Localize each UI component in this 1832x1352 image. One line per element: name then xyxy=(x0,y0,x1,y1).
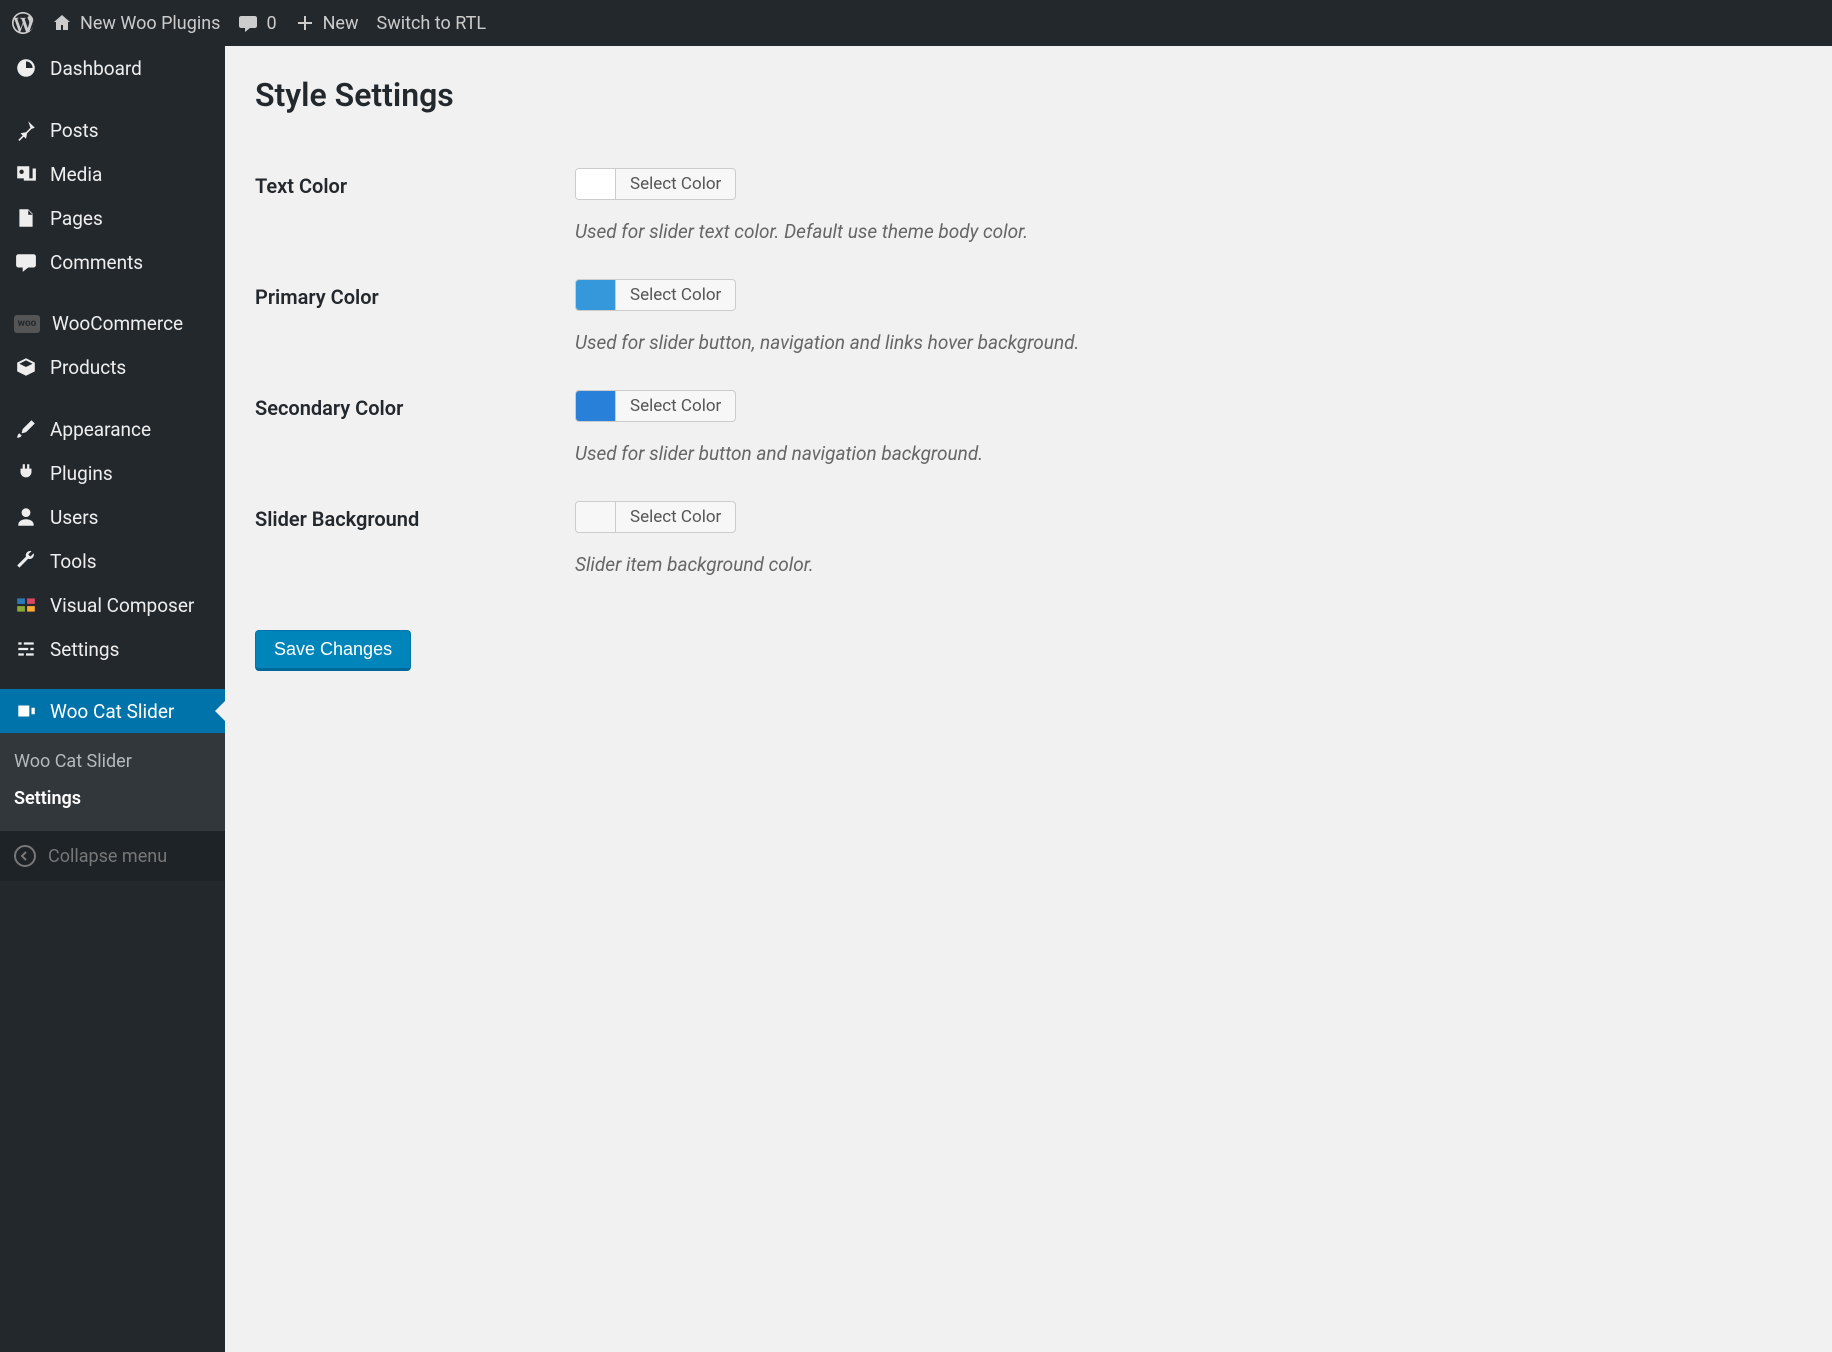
sidebar-item-products[interactable]: Products xyxy=(0,345,225,389)
settings-table: Text Color Select Color Used for slider … xyxy=(255,150,1802,594)
settings-row: Text Color Select Color Used for slider … xyxy=(255,150,1802,261)
submenu-item-settings[interactable]: Settings xyxy=(0,780,225,817)
comments-count: 0 xyxy=(266,13,276,34)
sidebar-item-settings[interactable]: Settings xyxy=(0,627,225,671)
color-swatch xyxy=(576,169,616,199)
sidebar-item-label: Media xyxy=(50,163,102,186)
vc-icon xyxy=(14,593,38,617)
page-title: Style Settings xyxy=(255,76,1802,114)
save-button[interactable]: Save Changes xyxy=(255,630,411,671)
setting-description: Used for slider button, navigation and l… xyxy=(575,331,1792,354)
sidebar-item-tools[interactable]: Tools xyxy=(0,539,225,583)
color-picker[interactable]: Select Color xyxy=(575,501,736,533)
sidebar-item-label: WooCommerce xyxy=(52,312,183,335)
color-swatch xyxy=(576,280,616,310)
select-color-button[interactable]: Select Color xyxy=(616,170,735,198)
page-icon xyxy=(14,206,38,230)
rtl-toggle[interactable]: Switch to RTL xyxy=(377,13,487,34)
setting-label: Primary Color xyxy=(255,261,565,372)
select-color-button[interactable]: Select Color xyxy=(616,392,735,420)
sidebar-item-label: Users xyxy=(50,506,98,529)
sidebar-item-label: Pages xyxy=(50,207,103,230)
setting-label: Secondary Color xyxy=(255,372,565,483)
pin-icon xyxy=(14,118,38,142)
rtl-label: Switch to RTL xyxy=(377,13,487,34)
sidebar-item-label: Tools xyxy=(50,550,97,573)
sidebar-item-woo-cat-slider[interactable]: Woo Cat Slider xyxy=(0,689,225,733)
settings-row: Slider Background Select Color Slider it… xyxy=(255,483,1802,594)
color-picker[interactable]: Select Color xyxy=(575,279,736,311)
sidebar-item-label: Posts xyxy=(50,119,99,142)
sidebar-item-woocommerce[interactable]: woo WooCommerce xyxy=(0,302,225,345)
media-icon xyxy=(14,162,38,186)
admin-bar: New Woo Plugins 0 New Switch to RTL xyxy=(0,0,1832,46)
site-link[interactable]: New Woo Plugins xyxy=(52,13,220,34)
color-picker[interactable]: Select Color xyxy=(575,390,736,422)
plus-icon xyxy=(295,13,315,33)
comments-link[interactable]: 0 xyxy=(238,13,276,34)
sidebar-item-label: Products xyxy=(50,356,126,379)
color-swatch xyxy=(576,391,616,421)
sidebar-item-label: Plugins xyxy=(50,462,113,485)
sidebar-item-plugins[interactable]: Plugins xyxy=(0,451,225,495)
setting-description: Slider item background color. xyxy=(575,553,1792,576)
comment-icon xyxy=(14,250,38,274)
sidebar-item-label: Comments xyxy=(50,251,143,274)
wp-logo[interactable] xyxy=(12,12,34,34)
woo-icon: woo xyxy=(14,315,40,333)
wordpress-icon xyxy=(12,12,34,34)
slider-icon xyxy=(14,699,38,723)
setting-label: Slider Background xyxy=(255,483,565,594)
new-link[interactable]: New xyxy=(295,13,359,34)
sidebar-item-users[interactable]: Users xyxy=(0,495,225,539)
setting-label: Text Color xyxy=(255,150,565,261)
sidebar-item-label: Visual Composer xyxy=(50,594,194,617)
collapse-icon xyxy=(14,845,36,867)
select-color-button[interactable]: Select Color xyxy=(616,281,735,309)
brush-icon xyxy=(14,417,38,441)
sidebar-item-appearance[interactable]: Appearance xyxy=(0,407,225,451)
settings-row: Secondary Color Select Color Used for sl… xyxy=(255,372,1802,483)
comment-icon xyxy=(238,13,258,33)
user-icon xyxy=(14,505,38,529)
box-icon xyxy=(14,355,38,379)
setting-description: Used for slider text color. Default use … xyxy=(575,220,1792,243)
select-color-button[interactable]: Select Color xyxy=(616,503,735,531)
sidebar-item-media[interactable]: Media xyxy=(0,152,225,196)
site-name: New Woo Plugins xyxy=(80,13,220,34)
sidebar-item-label: Settings xyxy=(50,638,119,661)
color-picker[interactable]: Select Color xyxy=(575,168,736,200)
sliders-icon xyxy=(14,637,38,661)
admin-sidebar: Dashboard Posts Media Pages Comments woo… xyxy=(0,46,225,1352)
sidebar-item-comments[interactable]: Comments xyxy=(0,240,225,284)
submenu: Woo Cat Slider Settings xyxy=(0,733,225,831)
dashboard-icon xyxy=(14,56,38,80)
wrench-icon xyxy=(14,549,38,573)
submenu-item-woo-cat-slider[interactable]: Woo Cat Slider xyxy=(0,743,225,780)
collapse-label: Collapse menu xyxy=(48,846,167,867)
sidebar-item-posts[interactable]: Posts xyxy=(0,108,225,152)
sidebar-item-label: Dashboard xyxy=(50,57,142,80)
sidebar-item-label: Appearance xyxy=(50,418,151,441)
plug-icon xyxy=(14,461,38,485)
sidebar-item-label: Woo Cat Slider xyxy=(50,700,174,723)
sidebar-item-pages[interactable]: Pages xyxy=(0,196,225,240)
new-label: New xyxy=(323,13,359,34)
home-icon xyxy=(52,13,72,33)
color-swatch xyxy=(576,502,616,532)
collapse-menu[interactable]: Collapse menu xyxy=(0,831,225,881)
sidebar-item-dashboard[interactable]: Dashboard xyxy=(0,46,225,90)
settings-row: Primary Color Select Color Used for slid… xyxy=(255,261,1802,372)
sidebar-item-visual-composer[interactable]: Visual Composer xyxy=(0,583,225,627)
main-content: Style Settings Text Color Select Color U… xyxy=(225,46,1832,1352)
setting-description: Used for slider button and navigation ba… xyxy=(575,442,1792,465)
